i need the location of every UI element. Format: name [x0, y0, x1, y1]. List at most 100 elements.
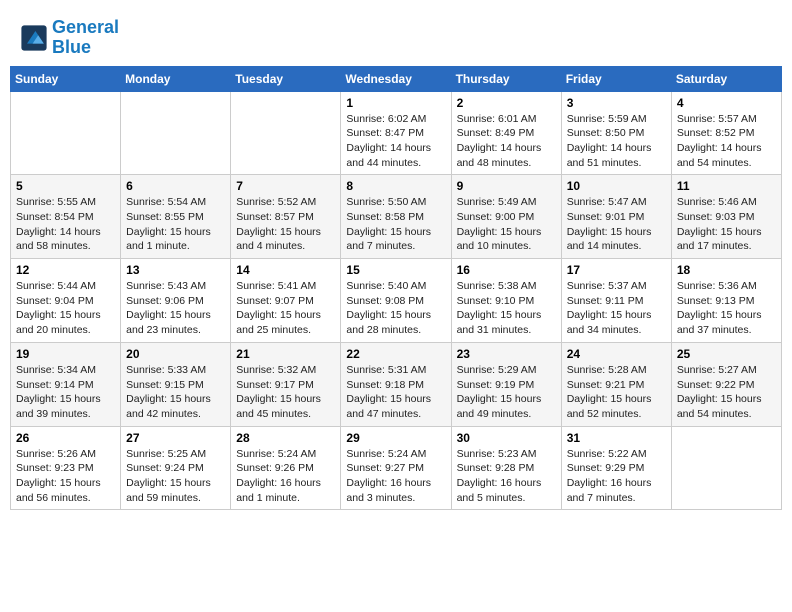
calendar-table: SundayMondayTuesdayWednesdayThursdayFrid…: [10, 66, 782, 511]
calendar-cell: 3Sunrise: 5:59 AMSunset: 8:50 PMDaylight…: [561, 91, 671, 175]
calendar-cell: [671, 426, 781, 510]
day-info: Sunrise: 5:37 AMSunset: 9:11 PMDaylight:…: [567, 279, 666, 338]
calendar-cell: 28 Sunrise: 5:24 AMSunset: 9:26 PMDayligh…: [231, 426, 341, 510]
calendar-cell: 2 Sunrise: 6:01 AMSunset: 8:49 PMDaylight…: [451, 91, 561, 175]
day-info: Sunrise: 5:44 AMSunset: 9:04 PMDaylight:…: [16, 279, 115, 338]
calendar-cell: 8 Sunrise: 5:50 AMSunset: 8:58 PMDaylight…: [341, 175, 451, 259]
calendar-cell: 4 Sunrise: 5:57 AMSunset: 8:52 PMDaylight…: [671, 91, 781, 175]
day-number: 31: [567, 431, 666, 445]
calendar-week-row: 19 Sunrise: 5:34 AMSunset: 9:14 PMDayligh…: [11, 342, 782, 426]
day-number: 14: [236, 263, 335, 277]
calendar-cell: 6Sunrise: 5:54 AMSunset: 8:55 PMDaylight…: [121, 175, 231, 259]
page-header: General Blue: [10, 10, 782, 62]
calendar-cell: 22 Sunrise: 5:31 AMSunset: 9:18 PMDayligh…: [341, 342, 451, 426]
day-info: Sunrise: 5:49 AMSunset: 9:00 PMDaylight:…: [457, 195, 556, 254]
weekday-header: Wednesday: [341, 66, 451, 91]
day-info: Sunrise: 5:57 AMSunset: 8:52 PMDaylight:…: [677, 112, 776, 171]
day-info: Sunrise: 5:40 AMSunset: 9:08 PMDaylight:…: [346, 279, 445, 338]
day-info: Sunrise: 5:33 AMSunset: 9:15 PMDaylight:…: [126, 363, 225, 422]
calendar-cell: 26Sunrise: 5:26 AMSunset: 9:23 PMDayligh…: [11, 426, 121, 510]
calendar-cell: 27 Sunrise: 5:25 AMSunset: 9:24 PMDayligh…: [121, 426, 231, 510]
day-info: Sunrise: 5:52 AMSunset: 8:57 PMDaylight:…: [236, 195, 335, 254]
calendar-cell: 29 Sunrise: 5:24 AMSunset: 9:27 PMDayligh…: [341, 426, 451, 510]
day-info: Sunrise: 5:46 AMSunset: 9:03 PMDaylight:…: [677, 195, 776, 254]
day-number: 8: [346, 179, 445, 193]
day-number: 21: [236, 347, 335, 361]
calendar-cell: [121, 91, 231, 175]
logo: General Blue: [20, 18, 119, 58]
calendar-cell: 16 Sunrise: 5:38 AMSunset: 9:10 PMDayligh…: [451, 259, 561, 343]
day-info: Sunrise: 5:43 AMSunset: 9:06 PMDaylight:…: [126, 279, 225, 338]
calendar-cell: 17 Sunrise: 5:37 AMSunset: 9:11 PMDayligh…: [561, 259, 671, 343]
day-info: Sunrise: 5:27 AMSunset: 9:22 PMDaylight:…: [677, 363, 776, 422]
day-number: 25: [677, 347, 776, 361]
day-number: 16: [457, 263, 556, 277]
calendar-cell: 10Sunrise: 5:47 AMSunset: 9:01 PMDayligh…: [561, 175, 671, 259]
day-number: 18: [677, 263, 776, 277]
day-number: 12: [16, 263, 115, 277]
calendar-cell: [231, 91, 341, 175]
calendar-week-row: 1 Sunrise: 6:02 AMSunset: 8:47 PMDaylight…: [11, 91, 782, 175]
day-number: 1: [346, 96, 445, 110]
day-number: 3: [567, 96, 666, 110]
day-number: 17: [567, 263, 666, 277]
calendar-cell: 30 Sunrise: 5:23 AMSunset: 9:28 PMDayligh…: [451, 426, 561, 510]
day-info: Sunrise: 5:41 AMSunset: 9:07 PMDaylight:…: [236, 279, 335, 338]
calendar-cell: 21Sunrise: 5:32 AMSunset: 9:17 PMDayligh…: [231, 342, 341, 426]
day-info: Sunrise: 5:31 AMSunset: 9:18 PMDaylight:…: [346, 363, 445, 422]
calendar-cell: 25 Sunrise: 5:27 AMSunset: 9:22 PMDayligh…: [671, 342, 781, 426]
weekday-header: Thursday: [451, 66, 561, 91]
calendar-cell: 15Sunrise: 5:40 AMSunset: 9:08 PMDayligh…: [341, 259, 451, 343]
calendar-cell: 20Sunrise: 5:33 AMSunset: 9:15 PMDayligh…: [121, 342, 231, 426]
calendar-cell: 9 Sunrise: 5:49 AMSunset: 9:00 PMDaylight…: [451, 175, 561, 259]
day-number: 4: [677, 96, 776, 110]
day-number: 19: [16, 347, 115, 361]
day-info: Sunrise: 6:02 AMSunset: 8:47 PMDaylight:…: [346, 112, 445, 171]
day-info: Sunrise: 5:25 AMSunset: 9:24 PMDaylight:…: [126, 447, 225, 506]
day-info: Sunrise: 5:29 AMSunset: 9:19 PMDaylight:…: [457, 363, 556, 422]
weekday-header: Saturday: [671, 66, 781, 91]
weekday-header: Sunday: [11, 66, 121, 91]
day-info: Sunrise: 5:50 AMSunset: 8:58 PMDaylight:…: [346, 195, 445, 254]
calendar-cell: 12 Sunrise: 5:44 AMSunset: 9:04 PMDayligh…: [11, 259, 121, 343]
weekday-header: Monday: [121, 66, 231, 91]
weekday-header-row: SundayMondayTuesdayWednesdayThursdayFrid…: [11, 66, 782, 91]
calendar-cell: 24Sunrise: 5:28 AMSunset: 9:21 PMDayligh…: [561, 342, 671, 426]
day-info: Sunrise: 5:26 AMSunset: 9:23 PMDaylight:…: [16, 447, 115, 506]
day-info: Sunrise: 5:23 AMSunset: 9:28 PMDaylight:…: [457, 447, 556, 506]
calendar-cell: 19 Sunrise: 5:34 AMSunset: 9:14 PMDayligh…: [11, 342, 121, 426]
day-info: Sunrise: 5:38 AMSunset: 9:10 PMDaylight:…: [457, 279, 556, 338]
calendar-cell: 31Sunrise: 5:22 AMSunset: 9:29 PMDayligh…: [561, 426, 671, 510]
calendar-cell: [11, 91, 121, 175]
weekday-header: Tuesday: [231, 66, 341, 91]
calendar-week-row: 12 Sunrise: 5:44 AMSunset: 9:04 PMDayligh…: [11, 259, 782, 343]
day-info: Sunrise: 5:47 AMSunset: 9:01 PMDaylight:…: [567, 195, 666, 254]
day-number: 22: [346, 347, 445, 361]
calendar-cell: 7 Sunrise: 5:52 AMSunset: 8:57 PMDaylight…: [231, 175, 341, 259]
day-number: 7: [236, 179, 335, 193]
day-number: 5: [16, 179, 115, 193]
calendar-week-row: 5Sunrise: 5:55 AMSunset: 8:54 PMDaylight…: [11, 175, 782, 259]
logo-icon: [20, 24, 48, 52]
logo-text: General Blue: [52, 18, 119, 58]
day-info: Sunrise: 5:28 AMSunset: 9:21 PMDaylight:…: [567, 363, 666, 422]
day-number: 30: [457, 431, 556, 445]
day-info: Sunrise: 5:34 AMSunset: 9:14 PMDaylight:…: [16, 363, 115, 422]
day-number: 27: [126, 431, 225, 445]
day-number: 28: [236, 431, 335, 445]
day-number: 11: [677, 179, 776, 193]
day-number: 29: [346, 431, 445, 445]
calendar-cell: 14 Sunrise: 5:41 AMSunset: 9:07 PMDayligh…: [231, 259, 341, 343]
day-number: 23: [457, 347, 556, 361]
calendar-cell: 18Sunrise: 5:36 AMSunset: 9:13 PMDayligh…: [671, 259, 781, 343]
day-number: 9: [457, 179, 556, 193]
day-number: 2: [457, 96, 556, 110]
day-info: Sunrise: 5:24 AMSunset: 9:27 PMDaylight:…: [346, 447, 445, 506]
calendar-cell: 5Sunrise: 5:55 AMSunset: 8:54 PMDaylight…: [11, 175, 121, 259]
calendar-cell: 1 Sunrise: 6:02 AMSunset: 8:47 PMDaylight…: [341, 91, 451, 175]
day-info: Sunrise: 5:24 AMSunset: 9:26 PMDaylight:…: [236, 447, 335, 506]
day-info: Sunrise: 6:01 AMSunset: 8:49 PMDaylight:…: [457, 112, 556, 171]
day-number: 13: [126, 263, 225, 277]
day-number: 6: [126, 179, 225, 193]
calendar-cell: 11 Sunrise: 5:46 AMSunset: 9:03 PMDayligh…: [671, 175, 781, 259]
